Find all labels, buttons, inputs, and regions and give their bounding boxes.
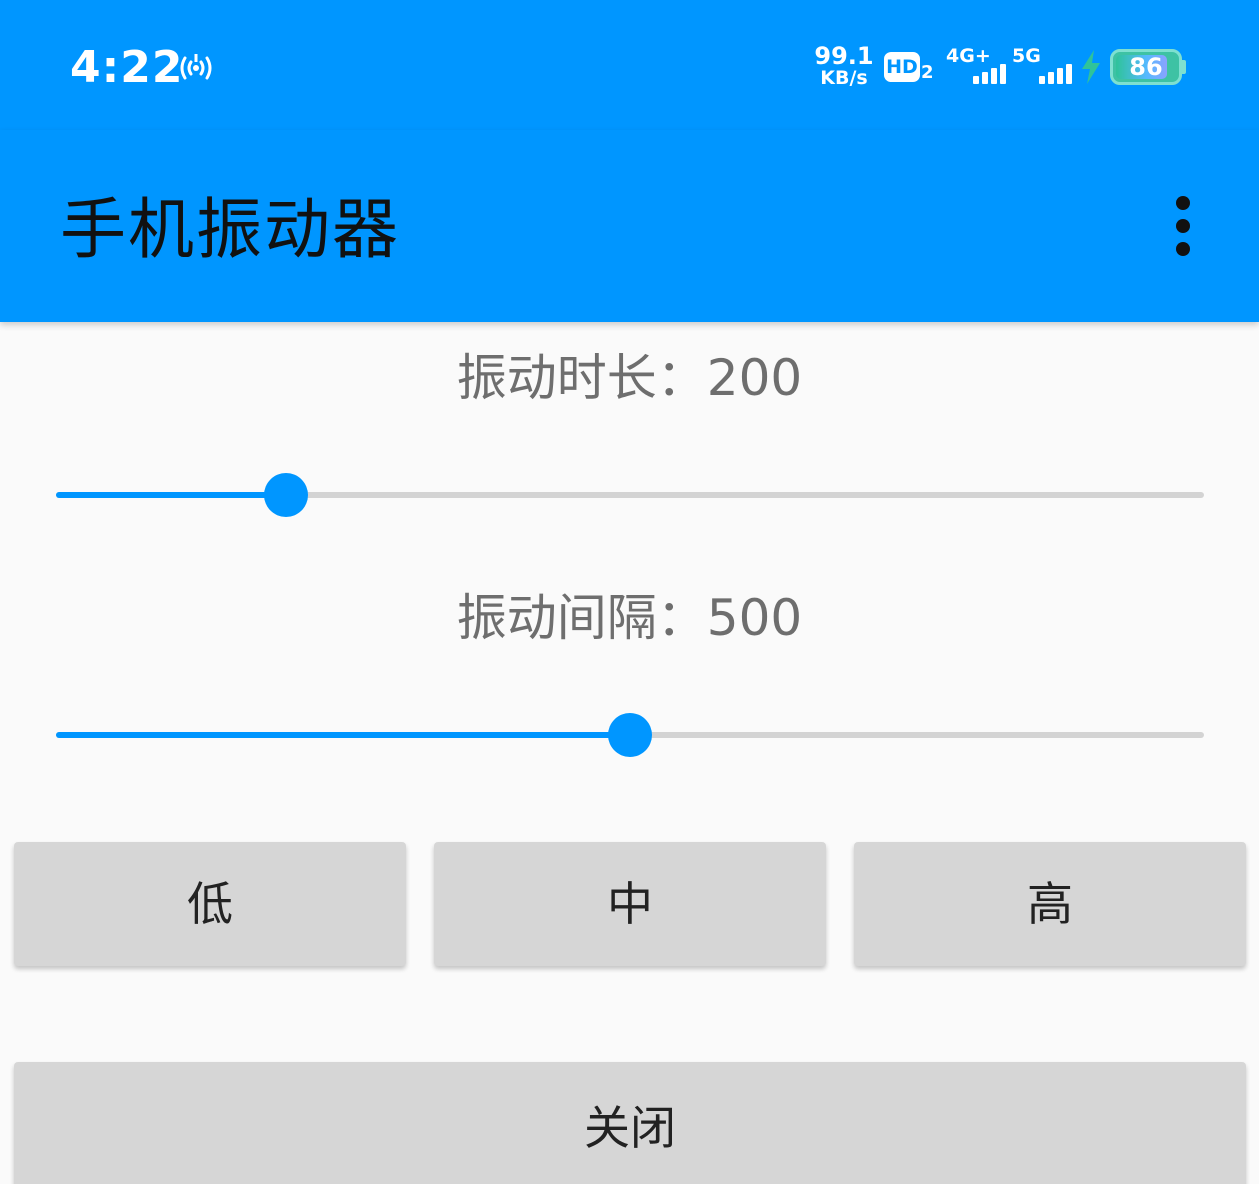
app-screen: 4:22 99.1 KB/s HD 2 4G+ 5G 86 手机振动器 振动时长… [0, 0, 1259, 1184]
interval-slider-fill [56, 732, 630, 738]
sim2-signal-icon: 5G [1012, 46, 1072, 86]
sim1-signal-icon: 4G+ [946, 46, 1006, 86]
sim1-signal-bars [973, 64, 1006, 84]
app-title: 手机振动器 [60, 191, 400, 268]
app-bar: 手机振动器 [0, 130, 1259, 322]
duration-slider-thumb[interactable] [263, 473, 308, 517]
status-bar: 4:22 99.1 KB/s HD 2 4G+ 5G 86 [0, 0, 1259, 130]
battery-icon: 86 [1110, 49, 1182, 85]
interval-slider[interactable] [56, 713, 1204, 757]
battery-percentage: 86 [1129, 53, 1163, 81]
network-speed-unit: KB/s [820, 67, 868, 89]
medium-button[interactable]: 中 [434, 842, 826, 966]
hd-voice-sim-index: 2 [921, 62, 934, 83]
more-vertical-icon[interactable] [1160, 190, 1206, 262]
sim2-network-type: 5G [1012, 45, 1041, 67]
hd-voice-icon: HD [884, 52, 920, 82]
network-speed-value: 99.1 [814, 42, 874, 70]
sim1-network-type: 4G+ [946, 45, 991, 67]
sim2-signal-bars [1039, 64, 1072, 84]
battery-cap [1182, 60, 1186, 74]
off-button[interactable]: 关闭 [14, 1062, 1246, 1184]
status-time: 4:22 [70, 42, 184, 93]
vibration-indicator-icon [180, 54, 212, 80]
high-button[interactable]: 高 [854, 842, 1246, 966]
network-speed: 99.1 KB/s [814, 44, 874, 88]
charging-bolt-icon [1082, 50, 1100, 84]
interval-label: 振动间隔：500 [456, 589, 803, 647]
duration-slider-fill [56, 492, 286, 498]
low-button[interactable]: 低 [14, 842, 406, 966]
interval-slider-thumb[interactable] [608, 713, 652, 757]
duration-slider[interactable] [56, 473, 1204, 517]
duration-label: 振动时长：200 [456, 349, 803, 407]
